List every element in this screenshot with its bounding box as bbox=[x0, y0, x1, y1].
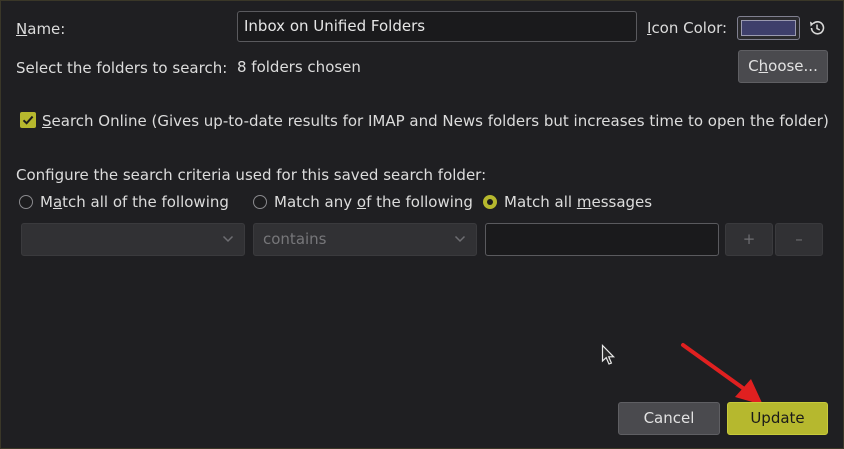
folders-label: Select the folders to search: bbox=[16, 59, 228, 77]
update-button[interactable]: Update bbox=[727, 402, 828, 435]
search-online-label[interactable]: Search Online (Gives up-to-date results … bbox=[42, 112, 829, 130]
icon-color-button[interactable] bbox=[737, 16, 800, 40]
name-input-value: Inbox on Unified Folders bbox=[244, 17, 426, 35]
add-rule-button[interactable]: + bbox=[725, 223, 773, 256]
mouse-cursor-icon bbox=[601, 344, 616, 365]
name-label: Name: bbox=[16, 20, 66, 38]
chevron-down-icon bbox=[454, 235, 466, 243]
icon-color-swatch bbox=[741, 20, 796, 36]
chevron-down-icon bbox=[222, 235, 234, 243]
folders-chosen-value: 8 folders chosen bbox=[237, 58, 361, 76]
criteria-heading: Configure the search criteria used for t… bbox=[16, 166, 487, 184]
reset-color-icon[interactable] bbox=[807, 18, 827, 38]
match-all-messages-radio[interactable] bbox=[483, 195, 497, 209]
annotation-arrow-icon bbox=[681, 343, 763, 405]
match-any-following-label[interactable]: Match any of the following bbox=[274, 193, 473, 211]
checkmark-icon bbox=[22, 115, 34, 125]
match-any-following-radio[interactable] bbox=[253, 195, 267, 209]
icon-color-label: Icon Color: bbox=[647, 19, 728, 37]
name-input[interactable]: Inbox on Unified Folders bbox=[237, 11, 637, 42]
cancel-button[interactable]: Cancel bbox=[618, 402, 720, 435]
choose-folders-button[interactable]: Choose... bbox=[738, 50, 828, 83]
search-online-checkbox[interactable] bbox=[20, 112, 36, 128]
rule-field-select[interactable] bbox=[21, 223, 245, 256]
match-all-messages-label[interactable]: Match all messages bbox=[504, 193, 652, 211]
rule-value-input[interactable] bbox=[485, 223, 719, 256]
rule-operator-value: contains bbox=[263, 230, 327, 248]
saved-search-dialog: Name: Inbox on Unified Folders Icon Colo… bbox=[0, 0, 844, 449]
rule-operator-select[interactable]: contains bbox=[253, 223, 477, 256]
remove-rule-button[interactable]: – bbox=[775, 223, 823, 256]
match-all-following-radio[interactable] bbox=[19, 195, 33, 209]
match-all-following-label[interactable]: Match all of the following bbox=[40, 193, 229, 211]
